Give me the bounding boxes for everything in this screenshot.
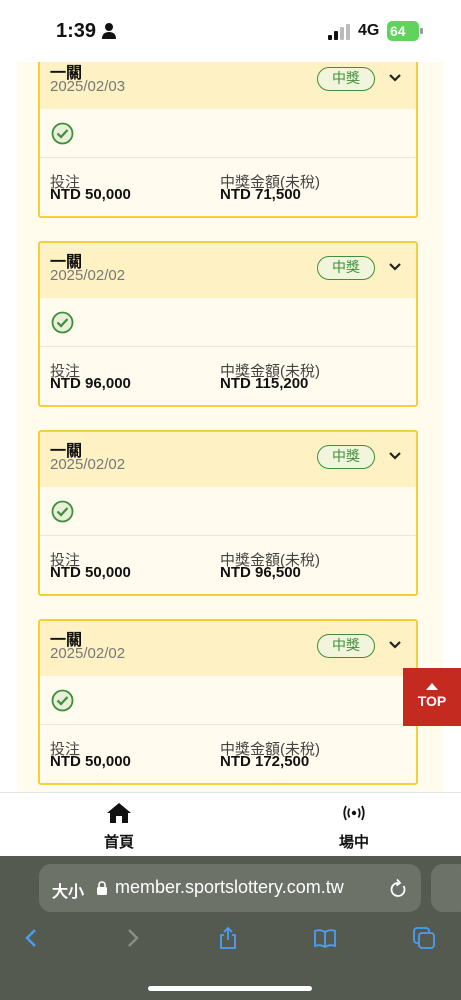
bet-card[interactable]: 一關 2025/02/02 中獎 投注 NTD 96,000 中獎金額(未稅) … [38, 241, 418, 407]
win-amount-value: NTD 115,200 [220, 375, 309, 392]
win-status-badge: 中獎 [317, 445, 375, 469]
address-bar[interactable]: 大小 member.sportslottery.com.tw [39, 864, 421, 912]
bet-date: 2025/02/02 [50, 645, 126, 662]
bet-card-header[interactable]: 一關 2025/02/02 中獎 [40, 621, 416, 676]
bet-amount-value: NTD 96,000 [50, 375, 131, 392]
bet-amount-value: NTD 50,000 [50, 753, 131, 770]
bet-amounts: 投注 NTD 50,000 中獎金額(未稅) NTD 96,500 [40, 536, 416, 594]
back-to-top-label: TOP [417, 693, 447, 709]
win-status-badge: 中獎 [317, 256, 375, 280]
win-amount-value: NTD 172,500 [220, 753, 310, 770]
tabs-icon[interactable] [412, 926, 436, 950]
bet-history-list[interactable]: 一關 2025/02/03 中獎 投注 NTD 50,000 中獎金額(未稅) … [17, 62, 443, 792]
bottom-nav: 首頁 場中 [0, 792, 461, 857]
check-circle-icon [51, 689, 74, 712]
url-text[interactable]: member.sportslottery.com.tw [115, 877, 344, 898]
home-indicator[interactable] [148, 986, 312, 991]
reload-icon[interactable] [389, 878, 407, 898]
live-broadcast-icon [343, 805, 365, 821]
win-status-badge: 中獎 [317, 67, 375, 91]
network-type: 4G [358, 22, 380, 39]
nav-label-live: 場中 [338, 834, 369, 851]
chevron-down-icon[interactable] [388, 262, 402, 272]
bet-result-row [40, 487, 416, 536]
share-icon[interactable] [216, 926, 240, 950]
bet-amounts: 投注 NTD 96,000 中獎金額(未稅) NTD 115,200 [40, 347, 416, 405]
bet-date: 2025/02/02 [50, 267, 126, 284]
chevron-down-icon[interactable] [388, 73, 402, 83]
battery-level: 64 [390, 23, 406, 39]
lock-icon [97, 881, 107, 895]
caret-up-icon [426, 683, 438, 690]
check-circle-icon [51, 500, 74, 523]
bet-card-header[interactable]: 一關 2025/02/02 中獎 [40, 432, 416, 487]
win-status-badge: 中獎 [317, 634, 375, 658]
back-icon[interactable] [20, 926, 44, 950]
nav-item-home[interactable]: 首頁 [59, 793, 179, 857]
signal-icon [328, 24, 350, 40]
bet-amount-value: NTD 50,000 [50, 186, 131, 203]
bet-card[interactable]: 一關 2025/02/02 中獎 投注 NTD 50,000 中獎金額(未稅) … [38, 430, 418, 596]
bet-amounts: 投注 NTD 50,000 中獎金額(未稅) NTD 71,500 [40, 158, 416, 216]
nav-item-live[interactable]: 場中 [294, 793, 414, 857]
bet-date: 2025/02/03 [50, 78, 126, 95]
forward-icon[interactable] [120, 926, 144, 950]
bet-amount-value: NTD 50,000 [50, 564, 131, 581]
win-amount-value: NTD 96,500 [220, 564, 301, 581]
chevron-down-icon[interactable] [388, 451, 402, 461]
bet-card-header[interactable]: 一關 2025/02/02 中獎 [40, 243, 416, 298]
check-circle-icon [51, 122, 74, 145]
status-time: 1:39 [56, 20, 97, 42]
status-bar: 1:39 4G 64 [0, 0, 461, 62]
home-icon [107, 803, 131, 823]
next-tab-preview[interactable] [431, 864, 461, 912]
bet-card[interactable]: 一關 2025/02/02 中獎 投注 NTD 50,000 中獎金額(未稅) … [38, 619, 418, 785]
bet-amounts: 投注 NTD 50,000 中獎金額(未稅) NTD 172,500 [40, 725, 416, 783]
chevron-down-icon[interactable] [388, 640, 402, 650]
back-to-top-button[interactable]: TOP [403, 668, 461, 726]
bookmarks-icon[interactable] [313, 926, 337, 950]
bet-date: 2025/02/02 [50, 456, 126, 473]
text-size-button[interactable]: 大小 [52, 878, 84, 902]
nav-label-home: 首頁 [103, 834, 134, 851]
bet-result-row [40, 109, 416, 158]
browser-toolbar: 大小 member.sportslottery.com.tw [0, 856, 461, 1000]
win-amount-value: NTD 71,500 [220, 186, 301, 203]
battery-icon: 64 [387, 21, 423, 41]
person-icon [102, 23, 116, 39]
bet-result-row [40, 676, 416, 725]
bet-card-header[interactable]: 一關 2025/02/03 中獎 [40, 62, 416, 109]
check-circle-icon [51, 311, 74, 334]
bet-card[interactable]: 一關 2025/02/03 中獎 投注 NTD 50,000 中獎金額(未稅) … [38, 62, 418, 218]
bet-result-row [40, 298, 416, 347]
